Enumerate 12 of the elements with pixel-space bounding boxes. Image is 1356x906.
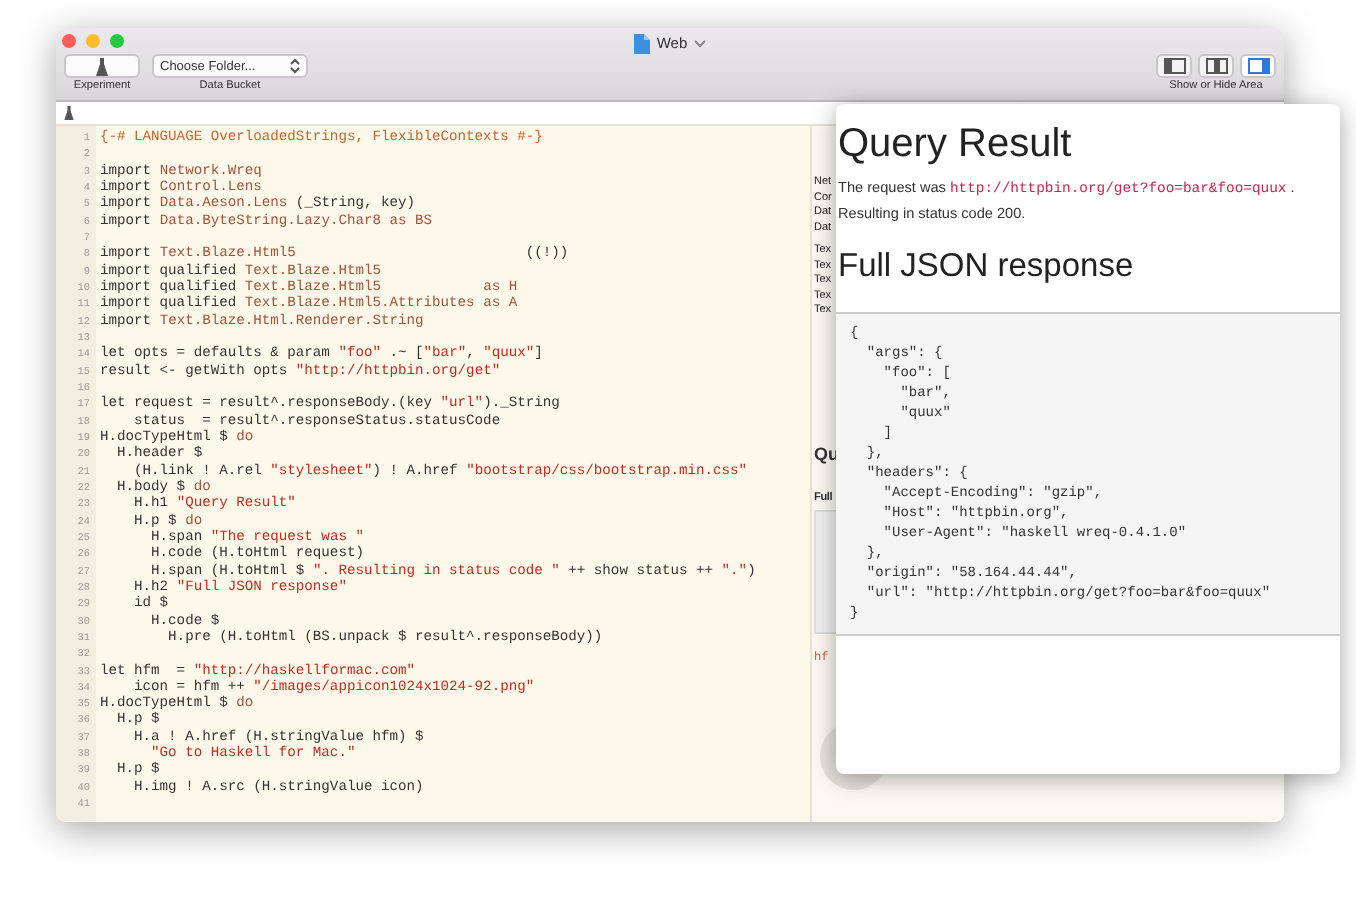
close-button[interactable] [62, 34, 76, 48]
experiment-button[interactable] [64, 54, 140, 78]
result-title: Query Result [838, 120, 1074, 168]
json-heading: Full JSON response [838, 246, 1136, 288]
flask-icon [96, 57, 108, 75]
area-toggle[interactable] [1156, 54, 1192, 78]
document-icon [634, 33, 651, 53]
area-toggle[interactable] [1198, 54, 1234, 78]
chevron-icon[interactable] [693, 39, 706, 47]
flask-icon [64, 106, 74, 120]
area-toggle[interactable] [1240, 54, 1276, 78]
updown-arrows-icon [290, 58, 300, 74]
